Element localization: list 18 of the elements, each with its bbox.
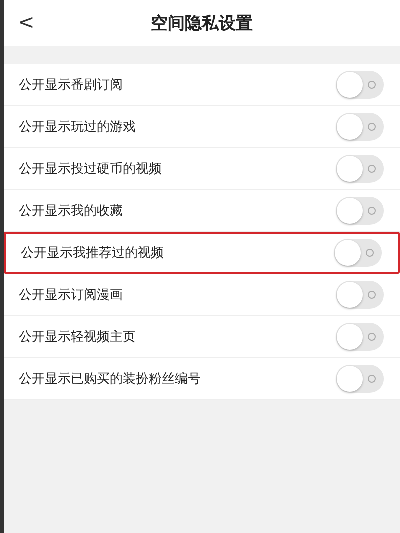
setting-label: 公开显示玩过的游戏	[19, 118, 136, 136]
setting-label: 公开显示投过硬币的视频	[19, 160, 162, 178]
setting-label: 公开显示已购买的装扮粉丝编号	[19, 370, 201, 388]
toggle-switch[interactable]	[336, 154, 384, 182]
toggle-switch[interactable]	[336, 364, 384, 392]
setting-label: 公开显示番剧订阅	[19, 76, 123, 94]
setting-label: 公开显示轻视频主页	[19, 328, 136, 346]
page-title: 空间隐私设置	[151, 12, 253, 34]
toggle-switch[interactable]	[336, 196, 384, 224]
setting-label: 公开显示我推荐过的视频	[21, 245, 164, 262]
toggle-switch[interactable]	[336, 322, 384, 350]
toggle-switch[interactable]	[334, 239, 382, 267]
setting-label: 公开显示我的收藏	[19, 202, 123, 220]
toggle-switch[interactable]	[336, 280, 384, 308]
back-button[interactable]: <	[18, 10, 35, 34]
toggle-switch[interactable]	[336, 70, 384, 98]
toggle-switch[interactable]	[336, 112, 384, 140]
setting-label: 公开显示订阅漫画	[19, 286, 123, 304]
